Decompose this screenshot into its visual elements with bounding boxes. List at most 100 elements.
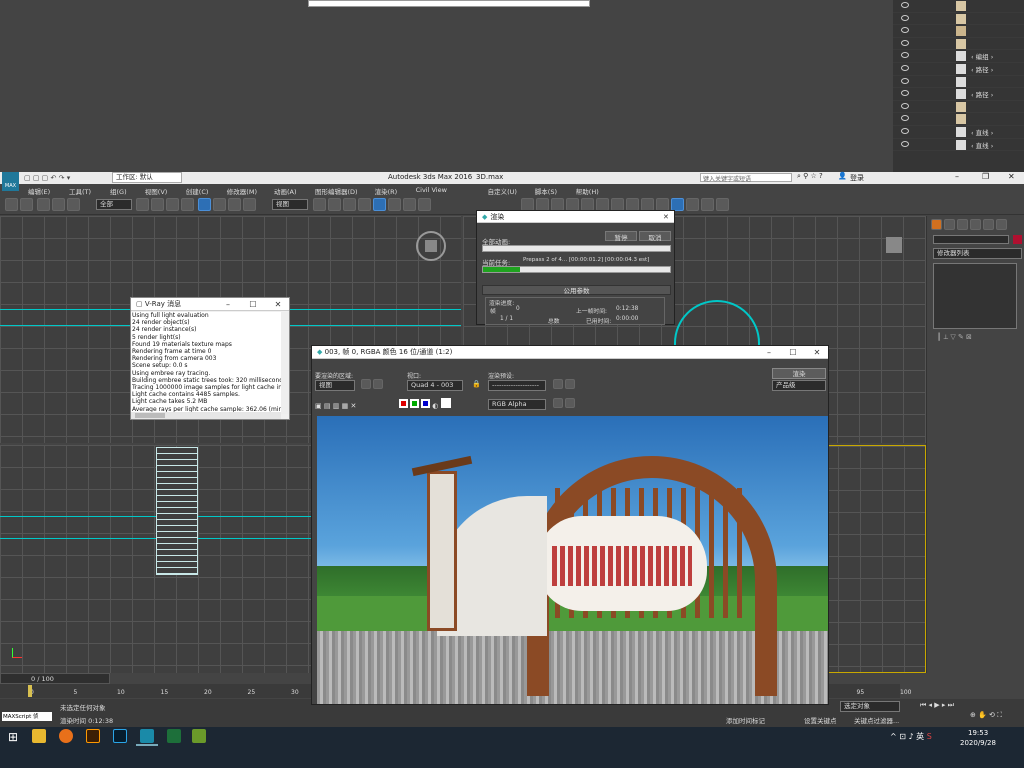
time-slider[interactable]: 0 / 100 [0,673,110,684]
copy-image-icon[interactable]: ▤ [324,402,331,410]
clone-icon[interactable]: ▥ [333,402,340,410]
close-icon[interactable]: ✕ [663,211,669,223]
selection-filter-dropdown[interactable]: 全部 [96,199,132,210]
user-icon[interactable]: 👤 [838,172,847,180]
layer-row[interactable] [893,113,1024,126]
log-hscrollbar[interactable] [131,412,281,419]
channel-dropdown[interactable]: RGB Alpha [488,399,546,410]
3dsmax-icon[interactable] [140,729,154,743]
reference-coord-dropdown[interactable]: 视图 [272,199,308,210]
maxscript-listener[interactable]: MAXScript 侦 [2,712,52,721]
key-filters-button[interactable]: 关键点过滤器... [854,715,899,725]
start-icon[interactable]: ⊞ [8,730,18,744]
select-object-icon[interactable] [136,198,149,211]
auto-region-icon[interactable] [373,379,383,389]
percent-snap-icon[interactable] [388,198,401,211]
system-tray[interactable]: ^ ⊡ ♪ 英 S [890,731,932,742]
viewport-dropdown[interactable]: Quad 4 - 003 [407,380,463,391]
window-close-icon[interactable]: ✕ [1008,172,1015,181]
cancel-button[interactable]: 取消 [639,231,671,242]
photoshop-icon[interactable] [113,729,127,743]
render-in-cloud-icon[interactable] [716,198,729,211]
unlink-icon[interactable] [52,198,66,211]
window-minimize-icon[interactable]: – [955,172,959,181]
mono-icon[interactable] [440,398,451,408]
set-key-label[interactable]: 设置关键点 [804,715,837,725]
select-manipulate-icon[interactable] [328,198,341,211]
maximize-icon[interactable]: ☐ [784,346,802,360]
create-tab-icon[interactable] [931,219,942,230]
render-image[interactable] [317,416,828,704]
add-time-tag-button[interactable]: 添加时间标记 [726,715,765,725]
keyboard-shortcut-icon[interactable] [343,198,356,211]
utilities-tab-icon[interactable] [996,219,1007,230]
clear-icon[interactable]: ✕ [350,402,356,410]
visibility-eye-icon[interactable] [901,2,909,8]
object-color-swatch[interactable] [1013,235,1022,244]
checker-icon[interactable] [565,398,575,408]
common-params-rollout[interactable]: 公用参数 [482,285,671,295]
display-tab-icon[interactable] [983,219,994,230]
layer-row[interactable] [893,38,1024,51]
render-iterative-icon[interactable] [701,198,714,211]
max-logo[interactable]: MAX [2,172,19,191]
place-icon[interactable] [243,198,257,211]
layers-panel[interactable]: ‹ 编组 › ‹ 路径 › ‹ 路径 › ‹ 直线 › ‹ 直线 › [893,0,1024,172]
visibility-eye-icon[interactable] [901,102,909,109]
workspace-dropdown[interactable]: 工作区: 默认 [112,172,182,183]
window-restore-icon[interactable]: ❐ [982,172,989,181]
visibility-eye-icon[interactable] [901,52,909,59]
scale-icon[interactable] [228,198,242,211]
undo-icon[interactable] [5,198,18,211]
layer-row[interactable]: ‹ 直线 › [893,139,1024,152]
visibility-eye-icon[interactable] [901,64,909,71]
visibility-eye-icon[interactable] [901,39,909,46]
render-setup-icon[interactable] [553,379,563,389]
named-selection-icon[interactable] [418,198,431,211]
illustrator-icon[interactable] [86,729,100,743]
excel-icon[interactable] [167,729,181,743]
file-explorer-icon[interactable] [32,729,46,743]
modifier-stack[interactable] [933,263,1017,329]
blue-channel-icon[interactable] [421,399,431,408]
layer-row[interactable] [893,13,1024,26]
visibility-eye-icon[interactable] [901,77,909,84]
minimize-icon[interactable]: – [760,346,778,360]
command-panel-tabs[interactable] [930,219,1008,230]
close-icon[interactable]: ✕ [808,346,826,360]
green-channel-icon[interactable] [409,399,419,408]
search-input[interactable]: 键入关键字或短语 [700,173,792,183]
environment-icon[interactable] [565,379,575,389]
window-crossing-icon[interactable] [181,198,194,211]
minimize-icon[interactable]: – [219,298,237,312]
lock-icon[interactable]: 🔒 [472,380,481,388]
log-scrollbar[interactable] [281,312,289,414]
quick-access-toolbar[interactable]: ▢ ▢ ▢ ↶ ↷ ▾ [24,174,109,182]
angle-snap-icon[interactable] [373,198,386,211]
close-icon[interactable]: ✕ [269,298,287,312]
alpha-channel-icon[interactable]: ◐ [432,402,438,410]
app-icon[interactable] [192,729,206,743]
teapot-icon[interactable] [686,198,699,211]
language-indicator[interactable]: 英 [916,732,924,741]
hierarchy-tab-icon[interactable] [957,219,968,230]
layer-row[interactable]: ‹ 编组 › [893,50,1024,63]
layer-row[interactable] [893,101,1024,114]
layer-row[interactable]: ‹ 路径 › [893,63,1024,76]
selected-objects-dropdown[interactable]: 选定对象 [840,701,900,712]
playback-controls[interactable]: ⏮ ◂ ▶ ▸ ⏭ [920,701,954,710]
visibility-eye-icon[interactable] [901,115,909,122]
visibility-eye-icon[interactable] [901,27,909,34]
login-label[interactable]: 登录 [850,173,864,183]
render-preset-dropdown[interactable]: -------------------- [488,380,546,391]
time-slider-thumb[interactable] [28,685,32,697]
object-name-field[interactable] [933,235,1009,244]
sogou-icon[interactable]: S [927,732,932,741]
pivot-icon[interactable] [313,198,326,211]
stack-controls[interactable]: ┃ ⟂ ▽ ✎ ⊠ [937,333,972,342]
print-icon[interactable]: ▦ [342,402,349,410]
search-icon[interactable]: ⌕ ⚲ ☆ ? [797,172,823,181]
layer-row[interactable] [893,25,1024,38]
render-button[interactable]: 渲染 [772,368,826,379]
area-to-render-dropdown[interactable]: 视图 [315,380,355,391]
